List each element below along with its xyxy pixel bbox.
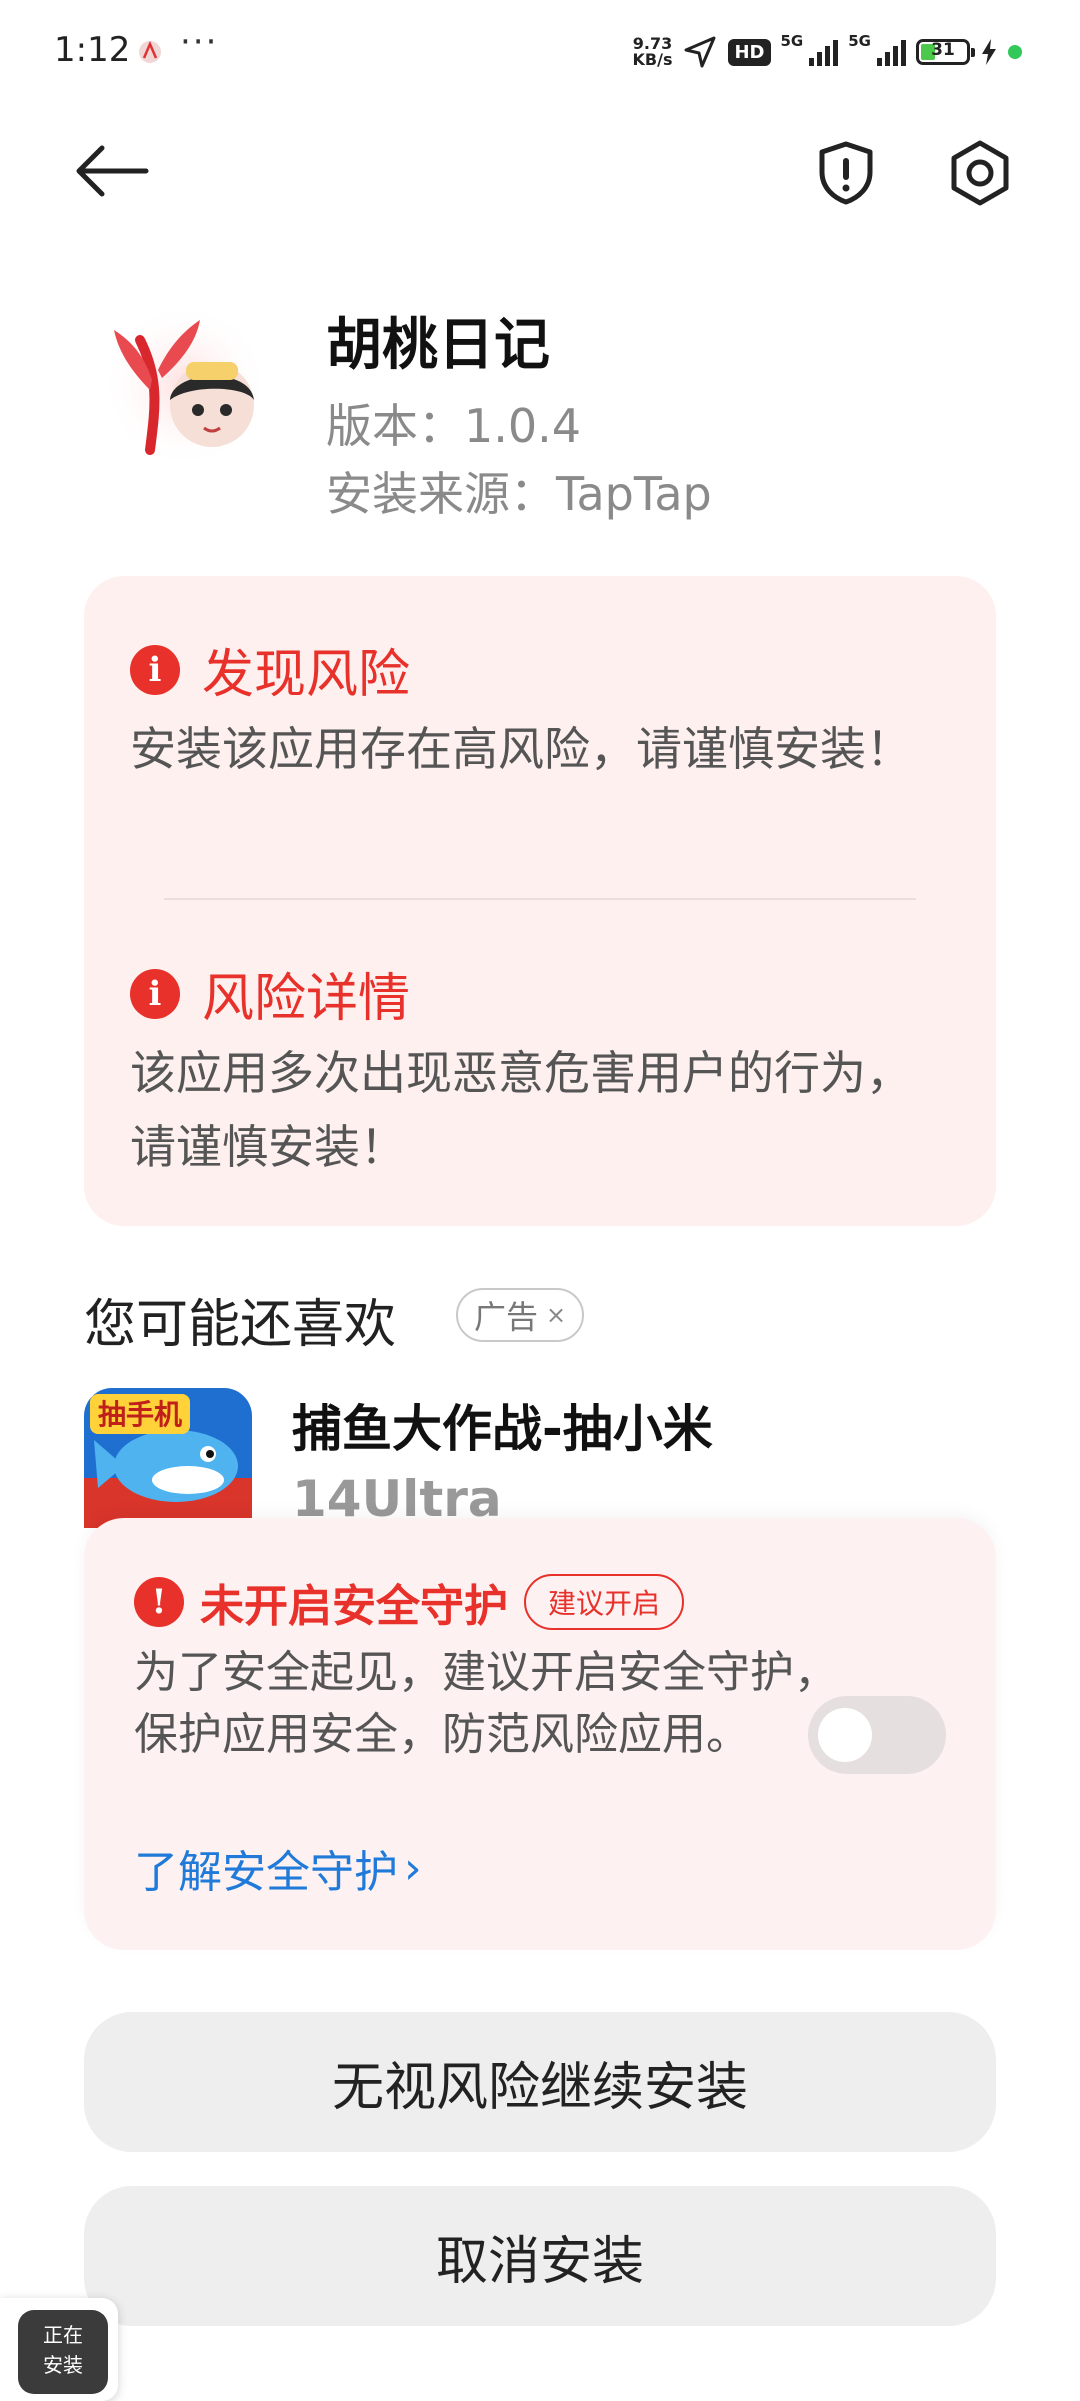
toggle-knob (818, 1708, 872, 1762)
continue-install-button[interactable]: 无视风险继续安装 (84, 2012, 996, 2152)
network-speed: 9.73 KB/s (633, 36, 673, 68)
protection-toggle[interactable] (808, 1696, 946, 1774)
risk-detail-title: 风险详情 (202, 969, 411, 1029)
close-icon[interactable]: × (546, 1301, 566, 1329)
more-notifications-icon: ··· (180, 22, 219, 62)
back-button[interactable] (70, 136, 150, 206)
protection-heading: ! 未开启安全守护 建议开启 (134, 1570, 685, 1634)
learn-protection-label: 了解安全守护 (134, 1847, 398, 1898)
signal-icon-1 (809, 38, 839, 66)
installing-indicator: 正在 安装 (18, 2310, 108, 2394)
risk-found-text: 安装该应用存在高风险，请谨慎安装！ (130, 722, 912, 776)
speed-unit: KB/s (632, 50, 673, 69)
battery-icon: 31 (916, 39, 975, 65)
risk-found-heading: i 发现风险 (130, 632, 410, 707)
recommended-app-name[interactable]: 捕鱼大作战-抽小米 (292, 1390, 713, 1468)
install-source: 安装来源：TapTap (326, 467, 712, 521)
ad-badge[interactable]: 广告 × (456, 1288, 585, 1342)
app-name: 胡桃日记 (326, 313, 550, 378)
notification-app-icon (139, 40, 161, 63)
risk-found-title: 发现风险 (202, 645, 411, 705)
warning-icon: i (130, 644, 180, 695)
app-version: 版本：1.0.4 (326, 399, 582, 453)
app-icon (101, 301, 269, 469)
location-icon (684, 36, 716, 68)
protection-title: 未开启安全守护 (200, 1581, 508, 1632)
network-type-2: 5G (848, 32, 871, 50)
risk-card: i 发现风险 安装该应用存在高风险，请谨慎安装！ i 风险详情 该应用多次出现恶… (84, 576, 996, 1226)
chevron-right-icon: › (404, 1842, 422, 1894)
recommended-app-icon[interactable]: 抽手机 (84, 1388, 252, 1528)
installing-label-2: 安装 (43, 2353, 83, 2377)
cancel-install-button[interactable]: 取消安装 (84, 2186, 996, 2326)
suggest-enable-badge: 建议开启 (524, 1574, 685, 1630)
divider (164, 898, 916, 900)
recommend-title: 您可能还喜欢 (84, 1295, 397, 1355)
signal-icon-2 (877, 38, 906, 66)
protection-description: 为了安全起见，建议开启安全守护，保护应用安全，防范风险应用。 (134, 1647, 838, 1760)
learn-protection-link[interactable]: 了解安全守护 › (134, 1836, 422, 1900)
charging-icon (982, 39, 996, 65)
status-time: 1:12 (54, 30, 131, 70)
status-icons: 9.73 KB/s HD 5G 5G 31 (633, 30, 1022, 74)
privacy-indicator-icon (1008, 45, 1022, 59)
settings-gear-icon[interactable] (940, 138, 1020, 208)
installing-label-1: 正在 (43, 2323, 83, 2347)
battery-level: 31 (931, 40, 955, 60)
network-type-1: 5G (780, 32, 804, 50)
hd-voice-icon: HD (728, 38, 771, 66)
ad-label: 广告 (474, 1298, 539, 1336)
security-protection-card: ! 未开启安全守护 建议开启 为了安全起见，建议开启安全守护，保护应用安全，防范… (84, 1518, 996, 1950)
warning-icon: ! (134, 1577, 184, 1627)
risk-detail-heading: i 风险详情 (130, 956, 410, 1031)
installing-bubble[interactable]: 正在 安装 (0, 2298, 118, 2401)
risk-detail-text: 该应用多次出现恶意危害用户的行为，请谨慎安装！ (130, 1046, 912, 1174)
warning-icon: i (130, 968, 180, 1019)
icon-text: 抽手机 (98, 1398, 182, 1431)
shield-icon[interactable] (806, 138, 886, 208)
